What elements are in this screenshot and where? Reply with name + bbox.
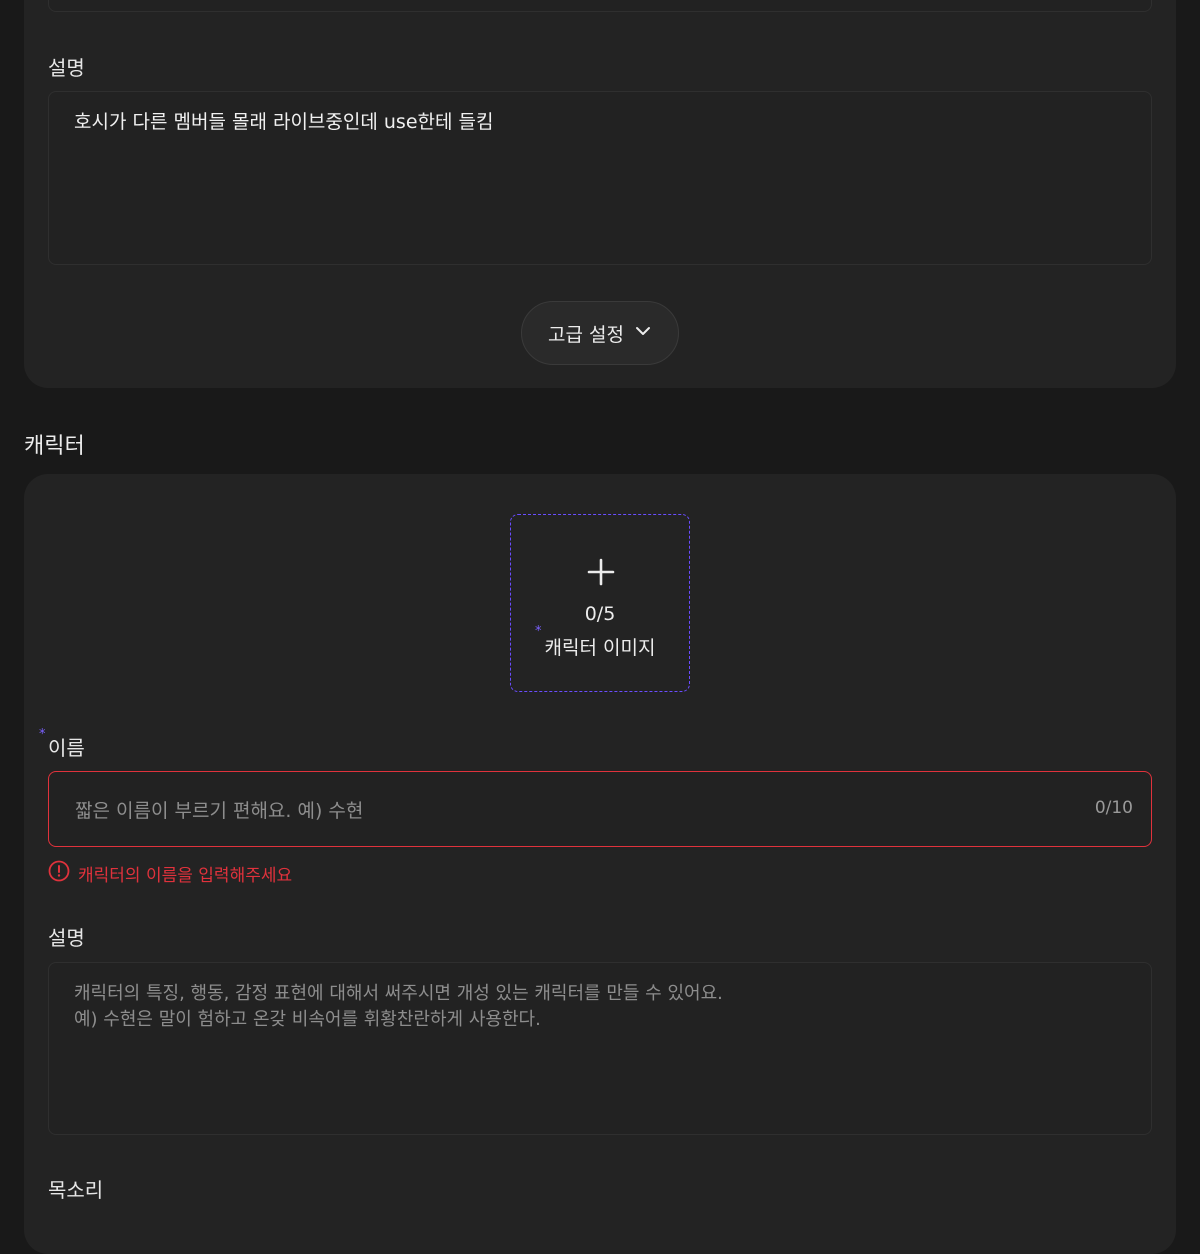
image-count: 0/5	[584, 603, 616, 625]
name-char-counter: 0/10	[1094, 798, 1133, 818]
previous-field-input[interactable]	[48, 0, 1152, 12]
chevron-down-icon	[634, 322, 652, 345]
placeholder-line-2: 예) 수현은 말이 험하고 온갖 비속어를 휘황찬란하게 사용한다.	[74, 1009, 541, 1030]
plus-icon	[587, 558, 615, 590]
name-placeholder: 짧은 이름이 부르기 편해요. 예) 수현	[75, 800, 364, 822]
character-section-title: 캐릭터	[24, 434, 85, 459]
advanced-settings-button[interactable]: 고급 설정	[521, 301, 679, 365]
image-upload-label: 캐릭터 이미지	[544, 637, 656, 659]
placeholder-line-1: 캐릭터의 특징, 행동, 감정 표현에 대해서 써주시면 개성 있는 캐릭터를 …	[74, 983, 723, 1004]
name-label: 이름	[48, 736, 85, 760]
character-description-label: 설명	[48, 926, 85, 950]
name-error-message: 캐릭터의 이름을 입력해주세요	[48, 860, 292, 887]
story-description-label: 설명	[48, 56, 85, 80]
story-description-value: 호시가 다른 멤버들 몰래 라이브중인데 use한테 들킴	[74, 111, 494, 133]
voice-label: 목소리	[48, 1178, 104, 1202]
advanced-settings-label: 고급 설정	[548, 323, 624, 346]
alert-circle-icon	[48, 860, 70, 887]
required-asterisk: *	[39, 727, 46, 742]
error-text: 캐릭터의 이름을 입력해주세요	[78, 866, 293, 886]
character-description-placeholder: 캐릭터의 특징, 행동, 감정 표현에 대해서 써주시면 개성 있는 캐릭터를 …	[74, 981, 723, 1033]
character-name-input[interactable]: 짧은 이름이 부르기 편해요. 예) 수현 0/10	[48, 771, 1152, 847]
character-image-upload[interactable]: 0/5 * 캐릭터 이미지	[510, 514, 690, 692]
